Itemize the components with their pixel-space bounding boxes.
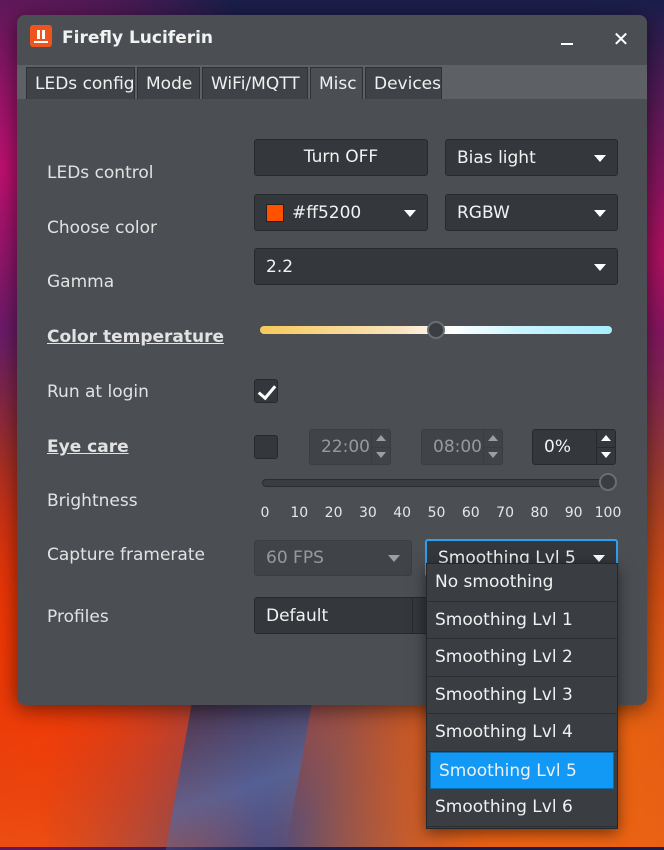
tab-wifi-mqtt[interactable]: WiFi/MQTT (202, 67, 308, 99)
profiles-value: Default (266, 605, 329, 626)
close-icon: ✕ (612, 27, 630, 51)
increment-icon[interactable] (597, 430, 615, 448)
minimize-icon (561, 43, 573, 45)
app-logo-icon (30, 25, 52, 47)
eye-care-end-time[interactable]: 08:00 (421, 429, 503, 465)
brightness-tick-label: 50 (427, 505, 446, 521)
smoothing-option[interactable]: No smoothing (427, 564, 617, 602)
chevron-down-icon (594, 263, 606, 271)
smoothing-option[interactable]: Smoothing Lvl 1 (427, 602, 617, 639)
brightness-tick-label: 80 (530, 505, 549, 521)
eye-care-start-value: 22:00 (321, 437, 370, 457)
smoothing-option[interactable]: Smoothing Lvl 4 (427, 714, 617, 752)
eye-care-start-time[interactable]: 22:00 (309, 429, 391, 465)
color-mode-select[interactable]: RGBW (445, 194, 618, 231)
chevron-down-icon (594, 154, 606, 162)
color-swatch (266, 203, 284, 222)
window-title: Firefly Luciferin (62, 28, 214, 48)
chevron-down-icon (388, 555, 400, 562)
color-mode-value: RGBW (457, 202, 510, 223)
increment-icon[interactable] (372, 430, 390, 448)
effect-value: Bias light (457, 147, 536, 168)
smoothing-dropdown: No smoothing Smoothing Lvl 1 Smoothing Lvl… (426, 563, 618, 829)
brightness-tick-label: 0 (260, 505, 270, 521)
gamma-label: Gamma (47, 272, 115, 292)
tab-misc[interactable]: Misc (310, 67, 363, 99)
color-temperature-thumb[interactable] (427, 321, 445, 339)
chevron-down-icon (593, 555, 605, 562)
chevron-down-icon (594, 209, 606, 217)
brightness-tick-label: 30 (358, 505, 377, 521)
smoothing-option[interactable]: Smoothing Lvl 5 (430, 751, 614, 789)
profiles-select[interactable]: Default (254, 597, 444, 634)
capture-framerate-label: Capture framerate (47, 545, 205, 565)
brightness-tick-label: 90 (564, 505, 583, 521)
brightness-thumb[interactable] (599, 473, 617, 491)
framerate-select[interactable]: 60 FPS (254, 540, 412, 576)
eye-care-percent-value: 0% (544, 437, 571, 457)
leds-control-label: LEDs control (47, 163, 154, 183)
eye-care-end-value: 08:00 (433, 437, 482, 457)
choose-color-label: Choose color (47, 218, 158, 238)
color-temperature-label[interactable]: Color temperature (47, 327, 224, 347)
color-picker[interactable]: #ff5200 (254, 194, 428, 231)
tab-mode[interactable]: Mode (137, 67, 200, 99)
wallpaper-art (165, 690, 315, 850)
profiles-label: Profiles (47, 607, 109, 627)
brightness-tick-label: 40 (393, 505, 412, 521)
smoothing-option[interactable]: Smoothing Lvl 2 (427, 639, 617, 677)
brightness-track[interactable] (262, 479, 614, 487)
gamma-value: 2.2 (266, 256, 294, 277)
minimize-button[interactable] (555, 27, 579, 51)
brightness-tick-label: 100 (594, 505, 622, 521)
smoothing-option[interactable]: Smoothing Lvl 3 (427, 677, 617, 714)
brightness-tick-label: 70 (496, 505, 515, 521)
eye-care-label[interactable]: Eye care (47, 437, 129, 457)
effect-select[interactable]: Bias light (445, 139, 618, 176)
brightness-tick-label: 10 (290, 505, 309, 521)
run-at-login-label: Run at login (47, 382, 149, 402)
eye-care-checkbox[interactable] (254, 435, 278, 459)
gamma-select[interactable]: 2.2 (254, 248, 618, 285)
checkmark-icon (257, 380, 277, 401)
smoothing-option[interactable]: Smoothing Lvl 6 (427, 789, 617, 827)
decrement-icon[interactable] (372, 447, 390, 464)
title-bar[interactable]: Firefly Luciferin ✕ (17, 15, 647, 65)
run-at-login-checkbox[interactable] (254, 379, 278, 403)
increment-icon[interactable] (484, 430, 502, 448)
chevron-down-icon (404, 209, 416, 217)
brightness-label: Brightness (47, 491, 138, 511)
framerate-value: 60 FPS (266, 548, 324, 568)
tab-bar: LEDs config Mode WiFi/MQTT Misc Devices (17, 65, 647, 99)
brightness-tick-label: 60 (461, 505, 480, 521)
brightness-tick-label: 20 (324, 505, 343, 521)
turn-off-button[interactable]: Turn OFF (254, 139, 428, 176)
tab-devices[interactable]: Devices (365, 67, 442, 99)
close-button[interactable]: ✕ (609, 27, 633, 51)
tab-leds-config[interactable]: LEDs config (26, 67, 135, 99)
color-value: #ff5200 (292, 202, 362, 223)
decrement-icon[interactable] (484, 447, 502, 464)
decrement-icon[interactable] (597, 447, 615, 464)
eye-care-percent[interactable]: 0% (532, 429, 616, 465)
